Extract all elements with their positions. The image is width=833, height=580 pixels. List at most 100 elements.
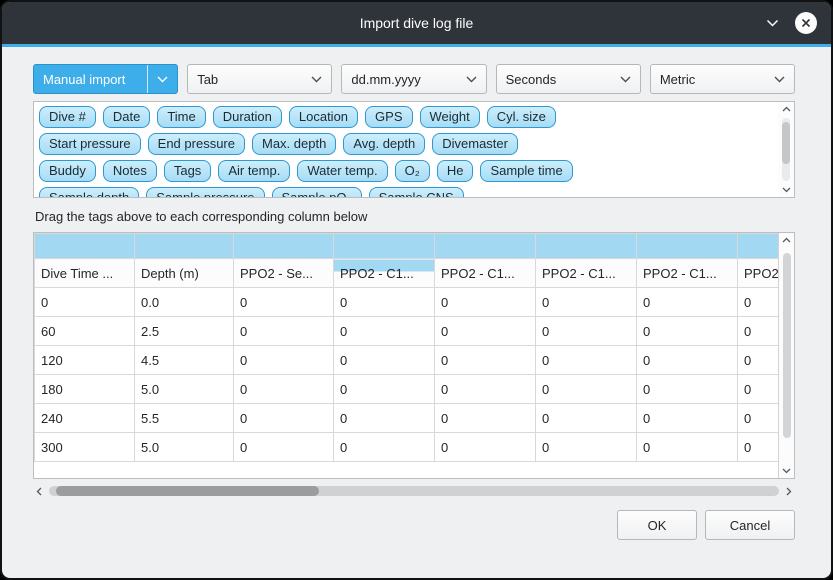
- tag-row: Sample depth Sample pressure Sample pO₂ Sam…: [39, 187, 774, 198]
- scroll-up-icon[interactable]: [778, 106, 794, 112]
- tag-divemaster[interactable]: Divemaster: [432, 133, 518, 155]
- drop-target-cell[interactable]: [738, 234, 779, 259]
- table-horizontal-scrollbar[interactable]: [33, 483, 795, 499]
- column-header: PPO2 - C1...: [334, 259, 435, 288]
- close-button[interactable]: [795, 12, 817, 34]
- tag-avg-depth[interactable]: Avg. depth: [343, 133, 425, 155]
- window-title: Import dive log file: [360, 15, 474, 31]
- drop-target-cell[interactable]: [435, 234, 536, 259]
- table-cell: 0: [234, 375, 334, 404]
- hscroll-thumb[interactable]: [56, 486, 319, 496]
- tag-pool-scroll-track[interactable]: [782, 118, 790, 181]
- table-cell: 120: [35, 346, 135, 375]
- scroll-up-icon[interactable]: [779, 237, 794, 243]
- date-format-select[interactable]: dd.mm.yyyy: [341, 64, 486, 94]
- tag-tags[interactable]: Tags: [164, 160, 211, 182]
- scroll-left-icon[interactable]: [33, 487, 45, 496]
- tag-pool-scroll-thumb[interactable]: [782, 122, 790, 164]
- tag-weight[interactable]: Weight: [420, 106, 480, 128]
- table-cell: 0: [637, 375, 738, 404]
- tag-gps[interactable]: GPS: [365, 106, 412, 128]
- units-select[interactable]: Metric: [650, 64, 795, 94]
- field-separator-select[interactable]: Tab: [187, 64, 332, 94]
- table-row: 3005.0000000: [35, 433, 779, 462]
- tag-o[interactable]: O₂: [395, 160, 430, 182]
- chevron-down-icon: [147, 65, 168, 93]
- drop-target-cell[interactable]: [536, 234, 637, 259]
- table-row: 2405.5000000: [35, 404, 779, 433]
- chevron-down-icon: [311, 65, 322, 93]
- tag-end-pressure[interactable]: End pressure: [148, 133, 245, 155]
- tag-pool-rows: Dive # Date Time Duration Location GPS Weight C…: [39, 106, 774, 198]
- tag-max-depth[interactable]: Max. depth: [252, 133, 336, 155]
- tag-water-temp[interactable]: Water temp.: [297, 160, 387, 182]
- table-row: 00.0000000: [35, 288, 779, 317]
- tag-sample-cns[interactable]: Sample CNS: [369, 187, 464, 198]
- drop-target-cell[interactable]: [234, 234, 334, 259]
- field-separator-value: Tab: [197, 72, 305, 87]
- tag-air-temp[interactable]: Air temp.: [218, 160, 290, 182]
- tag-buddy[interactable]: Buddy: [39, 160, 96, 182]
- import-options-row: Manual import Tab dd.mm.yyyy Seconds Met…: [33, 64, 795, 94]
- chevron-down-icon: [620, 65, 631, 93]
- table-vscroll-thumb[interactable]: [783, 253, 791, 438]
- preview-table-area: Dive Time ...Depth (m)PPO2 - Se...PPO2 -…: [33, 232, 795, 479]
- tag-pool: Dive # Date Time Duration Location GPS Weight C…: [33, 101, 795, 198]
- import-mode-select[interactable]: Manual import: [33, 64, 178, 94]
- import-mode-value: Manual import: [43, 72, 138, 87]
- table-cell: 0: [738, 375, 779, 404]
- tag-sample-pressure[interactable]: Sample pressure: [146, 187, 264, 198]
- column-header: PPO2: [738, 259, 779, 288]
- table-cell: 60: [35, 317, 135, 346]
- tag-location[interactable]: Location: [289, 106, 358, 128]
- table-cell: 0: [334, 317, 435, 346]
- table-cell: 0: [738, 317, 779, 346]
- column-header: Depth (m): [135, 259, 234, 288]
- table-cell: 5.0: [135, 433, 234, 462]
- table-cell: 2.5: [135, 317, 234, 346]
- tag-pool-scrollbar[interactable]: [778, 102, 794, 197]
- table-cell: 0: [738, 404, 779, 433]
- table-cell: 0: [536, 433, 637, 462]
- import-dive-log-dialog: Import dive log file Manual import Tab d…: [0, 0, 833, 580]
- scroll-right-icon[interactable]: [783, 487, 795, 496]
- table-cell: 0: [234, 317, 334, 346]
- table-cell: 0: [234, 433, 334, 462]
- drop-target-cell[interactable]: [334, 234, 435, 259]
- tag-date[interactable]: Date: [103, 106, 150, 128]
- tag-sample-po[interactable]: Sample pO₂: [272, 187, 362, 198]
- table-header-row: Dive Time ...Depth (m)PPO2 - Se...PPO2 -…: [35, 259, 779, 288]
- tag-dive[interactable]: Dive #: [39, 106, 96, 128]
- table-cell: 0: [334, 346, 435, 375]
- tag-he[interactable]: He: [437, 160, 474, 182]
- drag-instruction-label: Drag the tags above to each correspondin…: [35, 208, 367, 226]
- column-header: PPO2 - Se...: [234, 259, 334, 288]
- drop-target-row: [35, 234, 779, 259]
- table-cell: 0: [234, 288, 334, 317]
- table-cell: 300: [35, 433, 135, 462]
- tag-notes[interactable]: Notes: [103, 160, 157, 182]
- tag-duration[interactable]: Duration: [213, 106, 282, 128]
- dialog-buttons: OK Cancel: [617, 510, 795, 540]
- close-icon: [801, 18, 811, 28]
- titlebar[interactable]: Import dive log file: [2, 2, 831, 44]
- chevron-down-icon[interactable]: [766, 19, 779, 27]
- drop-target-cell[interactable]: [637, 234, 738, 259]
- tag-cyl-size[interactable]: Cyl. size: [487, 106, 556, 128]
- hscroll-track[interactable]: [49, 486, 779, 496]
- ok-button[interactable]: OK: [617, 510, 697, 540]
- table-cell: 240: [35, 404, 135, 433]
- tag-sample-depth[interactable]: Sample depth: [39, 187, 139, 198]
- drop-target-cell[interactable]: [35, 234, 135, 259]
- tag-start-pressure[interactable]: Start pressure: [39, 133, 141, 155]
- drop-target-cell[interactable]: [135, 234, 234, 259]
- scroll-down-icon[interactable]: [778, 187, 794, 193]
- cancel-button[interactable]: Cancel: [705, 510, 795, 540]
- tag-time[interactable]: Time: [157, 106, 205, 128]
- table-cell: 0: [35, 288, 135, 317]
- tag-sample-time[interactable]: Sample time: [480, 160, 572, 182]
- table-cell: 5.5: [135, 404, 234, 433]
- time-format-select[interactable]: Seconds: [496, 64, 641, 94]
- table-vertical-scrollbar[interactable]: [778, 233, 794, 478]
- scroll-down-icon[interactable]: [779, 468, 794, 474]
